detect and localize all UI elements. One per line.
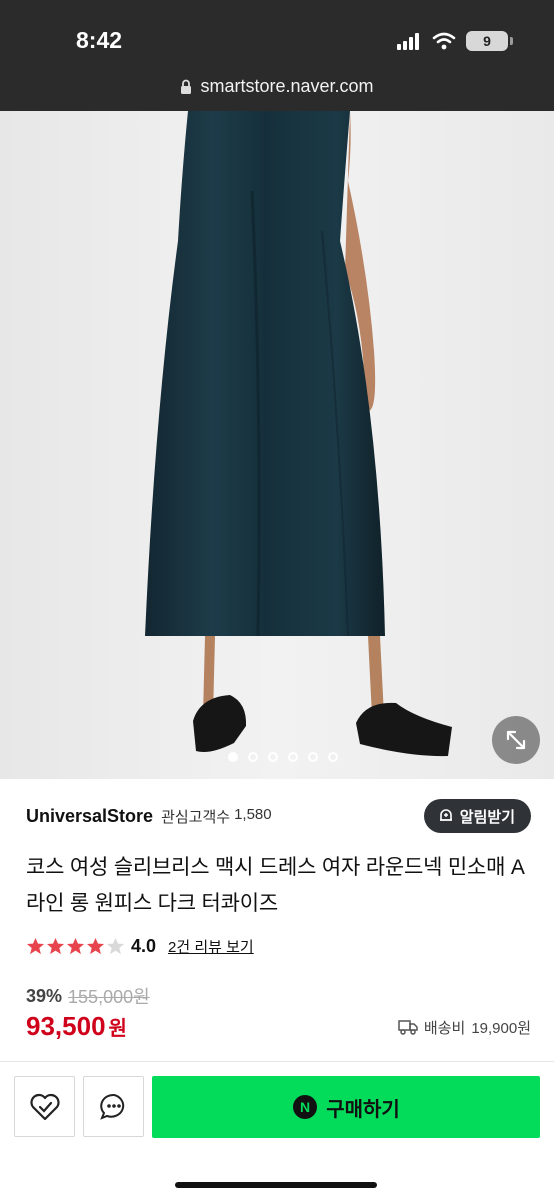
shipping-label: 배송비 [423,1019,466,1037]
currency-label: 원 [108,1018,127,1040]
carousel-dot[interactable] [308,752,318,762]
store-row: UniversalStore 관심고객수 1,580 알림받기 [26,798,531,834]
signal-icon [397,33,419,50]
truck-icon [398,1020,418,1035]
price-discount-row: 39% 155,000원 [26,983,150,1009]
status-icons: 9 [396,31,513,51]
heart-icon [29,1093,60,1120]
carousel-dot[interactable] [328,752,338,762]
store-name[interactable]: UniversalStore [26,806,153,827]
carousel-dot[interactable] [248,752,258,762]
url-text: smartstore.naver.com [200,76,374,96]
carousel-dot[interactable] [288,752,298,762]
shipping-info: 배송비 19,900원 [398,1017,531,1038]
bell-plus-icon [439,809,452,821]
alarm-label: 알림받기 [459,808,515,826]
product-image-carousel[interactable] [0,111,554,779]
carousel-pagination [228,752,338,762]
store-fans: 관심고객수 1,580 [161,806,272,827]
svg-text:N: N [300,1099,310,1115]
original-price: 155,000원 [68,987,150,1007]
buy-label: 구매하기 [326,1098,400,1121]
fans-label: 관심고객수 [161,808,231,826]
naver-pay-icon: N [293,1095,318,1119]
lock-icon [181,79,192,94]
carousel-dot[interactable] [268,752,278,762]
chat-icon [99,1093,124,1120]
wishlist-button[interactable] [14,1076,75,1137]
browser-header: 8:42 9 smartstore.naver.com [0,0,554,111]
star-icon [66,937,85,955]
product-photo [145,111,452,757]
fans-count: 1,580 [234,805,272,823]
home-indicator [175,1182,377,1188]
reviews-link[interactable]: 2건 리뷰 보기 [168,936,254,957]
carousel-dot[interactable] [228,752,238,762]
buy-button[interactable]: N 구매하기 [152,1076,540,1138]
star-rating [26,937,125,956]
alarm-button[interactable]: 알림받기 [423,799,531,833]
review-summary: 4.0 2건 리뷰 보기 [26,936,254,957]
final-price-row: 93,500 원 배송비 19,900원 [26,1011,531,1042]
wifi-icon [432,32,456,50]
purchase-bar: N 구매하기 [14,1076,540,1138]
discount-rate: 39% [26,985,63,1006]
status-time: 8:42 [76,27,123,53]
divider [0,1061,554,1062]
product-title: 코스 여성 슬리브리스 맥시 드레스 여자 라운드넥 민소매 A라인 롱 원피스… [26,856,525,915]
expand-image-button[interactable] [492,716,540,764]
star-icon [46,937,65,955]
star-empty-icon [106,937,125,955]
star-icon [86,937,105,955]
address-bar[interactable]: smartstore.naver.com [0,76,554,97]
battery-indicator: 9 [466,31,513,51]
expand-icon [506,730,526,750]
talk-button[interactable] [83,1076,144,1137]
sale-price: 93,500 [26,1011,106,1041]
shipping-fee: 19,900원 [471,1019,531,1037]
rating-value: 4.0 [131,936,157,956]
star-icon [26,937,45,955]
